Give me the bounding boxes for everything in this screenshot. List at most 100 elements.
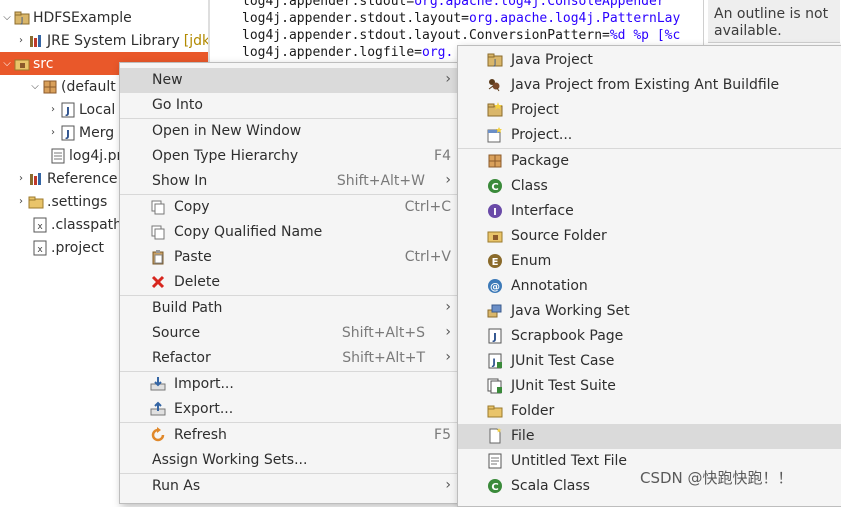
menu-item-copy-qualified-name[interactable]: Copy Qualified Name	[120, 220, 461, 245]
submenu-item-package[interactable]: Package	[458, 149, 841, 174]
submenu-item-project[interactable]: Project	[458, 98, 841, 123]
submenu-item-annotation[interactable]: @ Annotation	[458, 274, 841, 299]
submenu-item-ant-java-project[interactable]: Java Project from Existing Ant Buildfile	[458, 73, 841, 98]
submenu-arrow-icon: ›	[445, 172, 451, 188]
menu-item-build-path[interactable]: Build Path ›	[120, 296, 461, 321]
code-line: log4j.appender.stdout.layout.ConversionP…	[242, 28, 681, 43]
submenu-item-scrapbook-page[interactable]: J Scrapbook Page	[458, 324, 841, 349]
source-folder-icon	[14, 56, 30, 72]
svg-text:J: J	[492, 332, 497, 343]
expand-twisty-icon[interactable]: ⌵	[28, 81, 42, 92]
menu-shortcut: Ctrl+V	[404, 249, 451, 265]
menu-item-import[interactable]: Import...	[120, 372, 461, 397]
submenu-item-enum[interactable]: E Enum	[458, 249, 841, 274]
submenu-item-java-project[interactable]: J Java Project	[458, 48, 841, 73]
tree-item-hdfsexample[interactable]: ⌵ J HDFSExample	[0, 6, 210, 29]
interface-icon: I	[487, 203, 503, 219]
menu-item-run-as[interactable]: Run As ›	[120, 474, 461, 499]
java-project-icon: J	[14, 10, 30, 26]
tree-item-label: Local	[79, 101, 116, 118]
menu-item-refactor[interactable]: Refactor Shift+Alt+T ›	[120, 346, 461, 371]
expand-twisty-icon[interactable]: ›	[46, 104, 60, 115]
menu-item-label: New	[152, 72, 183, 88]
svg-text:x: x	[37, 222, 43, 232]
svg-text:I: I	[493, 207, 497, 218]
submenu-item-java-working-set[interactable]: Java Working Set	[458, 299, 841, 324]
menu-item-refresh[interactable]: Refresh F5	[120, 423, 461, 448]
submenu-item-label: Java Working Set	[511, 303, 630, 319]
menu-item-show-in[interactable]: Show In Shift+Alt+W ›	[120, 169, 461, 194]
copy-icon	[150, 199, 166, 215]
submenu-arrow-icon: ›	[445, 71, 451, 87]
menu-item-assign-working-sets[interactable]: Assign Working Sets...	[120, 448, 461, 473]
submenu-item-label: Java Project	[511, 52, 593, 68]
delete-icon	[150, 274, 166, 290]
source-folder-icon	[487, 228, 503, 244]
menu-item-label: Run As	[152, 478, 201, 494]
menu-item-new[interactable]: New ›	[120, 68, 461, 93]
submenu-item-label: Interface	[511, 203, 574, 219]
menu-item-open-type-hierarchy[interactable]: Open Type Hierarchy F4	[120, 144, 461, 169]
submenu-item-class[interactable]: C Class	[458, 174, 841, 199]
submenu-item-label: Annotation	[511, 278, 588, 294]
submenu-item-file[interactable]: File	[458, 424, 841, 449]
menu-item-label: Refresh	[174, 427, 227, 443]
menu-item-delete[interactable]: Delete	[120, 270, 461, 295]
java-file-icon: J	[60, 125, 76, 141]
menu-item-open-in-new-window[interactable]: Open in New Window	[120, 119, 461, 144]
menu-item-source[interactable]: Source Shift+Alt+S ›	[120, 321, 461, 346]
tree-item-jre-library[interactable]: › JRE System Library [jdk	[0, 29, 210, 52]
submenu-item-folder[interactable]: Folder	[458, 399, 841, 424]
submenu-item-label: Source Folder	[511, 228, 607, 244]
svg-text:C: C	[491, 182, 498, 193]
properties-file-icon	[50, 148, 66, 164]
menu-item-paste[interactable]: Paste Ctrl+V	[120, 245, 461, 270]
svg-text:E: E	[492, 257, 499, 268]
text-file-icon	[487, 453, 503, 469]
submenu-item-label: Package	[511, 153, 570, 169]
menu-item-copy[interactable]: Copy Ctrl+C	[120, 195, 461, 220]
expand-twisty-icon[interactable]: ›	[46, 127, 60, 138]
svg-text:@: @	[490, 282, 500, 293]
file-icon	[487, 428, 503, 444]
xml-file-icon: x	[32, 240, 48, 256]
submenu-item-label: File	[511, 428, 535, 444]
submenu-item-junit-test-case[interactable]: J JUnit Test Case	[458, 349, 841, 374]
code-line: log4j.appender.logfile=org.	[242, 45, 454, 60]
expand-twisty-icon[interactable]: ⌵	[0, 58, 14, 69]
menu-item-label: Export...	[174, 401, 234, 417]
submenu-item-label: Folder	[511, 403, 555, 419]
menu-item-label: Build Path	[152, 300, 223, 316]
menu-item-go-into[interactable]: Go Into	[120, 93, 461, 118]
menu-item-export[interactable]: Export...	[120, 397, 461, 422]
svg-text:J: J	[491, 358, 495, 368]
scala-class-icon: C	[487, 478, 503, 494]
expand-twisty-icon[interactable]: ›	[14, 196, 28, 207]
submenu-item-source-folder[interactable]: Source Folder	[458, 224, 841, 249]
menu-item-label: Assign Working Sets...	[152, 452, 308, 468]
import-icon	[150, 376, 166, 392]
menu-item-label: Delete	[174, 274, 220, 290]
new-project-wizard-icon	[487, 127, 503, 143]
tree-item-label: Reference	[47, 170, 118, 187]
submenu-item-junit-test-suite[interactable]: JUnit Test Suite	[458, 374, 841, 399]
menu-item-label: Paste	[174, 249, 212, 265]
ant-project-icon	[487, 77, 503, 93]
submenu-item-interface[interactable]: I Interface	[458, 199, 841, 224]
submenu-item-label: Scala Class	[511, 478, 590, 494]
new-submenu: J Java Project Java Project from Existin…	[457, 45, 841, 507]
folder-icon	[487, 403, 503, 419]
submenu-item-project-wizard[interactable]: Project...	[458, 123, 841, 148]
expand-twisty-icon[interactable]: ⌵	[0, 12, 14, 23]
expand-twisty-icon[interactable]: ›	[14, 35, 28, 46]
submenu-item-label: JUnit Test Suite	[511, 378, 616, 394]
refresh-icon	[150, 427, 166, 443]
menu-shortcut: F5	[434, 427, 451, 443]
menu-item-label: Source	[152, 325, 201, 341]
submenu-arrow-icon: ›	[445, 324, 451, 340]
menu-shortcut: Shift+Alt+T	[342, 350, 425, 366]
paste-icon	[150, 249, 166, 265]
library-icon	[28, 171, 44, 187]
expand-twisty-icon[interactable]: ›	[14, 173, 28, 184]
submenu-item-label: Project	[511, 102, 559, 118]
